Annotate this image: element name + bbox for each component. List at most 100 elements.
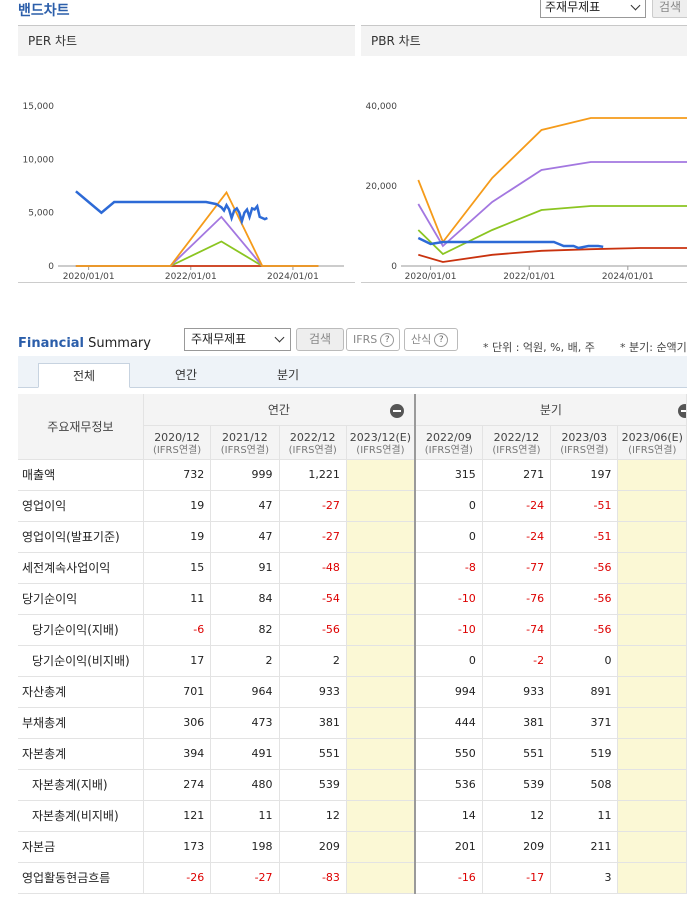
table-row: 영업이익(발표기준) 19 47 -27 0 -24 -51 [18,521,687,553]
table-row: 자본총계(비지배) 121 11 12 14 12 11 [18,800,687,832]
y-tick-label: 10,000 [23,155,55,165]
collapse-annual-icon[interactable] [389,404,404,418]
financial-summary-search-button[interactable]: 검색 [296,328,344,351]
question-icon: ? [434,333,449,347]
column-header: 2023/06(E) (IFRS연결) [617,425,687,460]
tab-quarterly[interactable]: 분기 [242,363,334,388]
table-cell: -8 [413,552,483,584]
table-cell: -54 [279,583,347,615]
column-period: 2020/12 [154,430,200,444]
band-chart-select-value: 주재무제표 [545,0,601,14]
row-label[interactable]: 영업이익(발표기준) [18,521,144,553]
table-cell: 732 [143,459,212,491]
row-label[interactable]: 자본금 [18,831,144,863]
row-label[interactable]: 자본총계 [18,738,144,770]
column-period: 2022/09 [426,430,472,444]
table-cell [346,862,416,894]
series-line-2 [75,240,319,267]
row-label[interactable]: 자본총계(지배) [18,769,144,801]
row-label[interactable]: 당기순이익(비지배) [18,645,144,677]
table-cell: 91 [210,552,280,584]
table-cell: 315 [413,459,483,491]
table-cell: 371 [550,707,619,739]
table-cell: 14 [413,800,483,832]
header-quarter-label: 분기 [539,402,562,417]
series-line-1 [418,247,687,263]
y-tick-label: 0 [391,262,397,272]
collapse-quarter-icon[interactable] [678,404,686,418]
table-cell [617,862,687,894]
table-cell: -51 [550,521,619,553]
per-chart-header: PER 차트 [18,25,355,56]
table-cell [617,645,687,677]
table-cell: -27 [279,490,347,522]
table-cell: 19 [143,521,212,553]
table-cell: 84 [210,583,280,615]
table-cell: -2 [482,645,552,677]
series-line-3 [417,161,687,248]
table-cell: 3 [550,862,619,894]
table-cell [346,583,416,615]
pbr-chart-panel: PBR 차트 40,000 20,000 0 2020/01/01 2022/01/01… [361,25,687,283]
table-cell: 15 [143,552,212,584]
table-cell: -26 [143,862,212,894]
row-label[interactable]: 매출액 [18,459,144,491]
row-label[interactable]: 당기순이익 [18,583,144,615]
table-cell: 0 [413,521,483,553]
column-period: 2021/12 [222,430,268,444]
table-cell: -24 [482,521,552,553]
table-cell [346,800,416,832]
ifrs-info-button[interactable]: IFRS? [346,328,400,351]
table-cell: 197 [550,459,619,491]
table-cell: 209 [482,831,552,863]
table-cell: 0 [413,490,483,522]
column-period: 2022/12 [289,430,336,444]
table-cell [346,459,416,491]
band-chart-statement-select[interactable]: 주재무제표 [540,0,646,18]
row-label[interactable]: 자산총계 [18,676,144,708]
table-cell: 121 [143,800,212,832]
pbr-chart-header: PBR 차트 [361,25,687,56]
row-label[interactable]: 당기순이익(지배) [18,614,144,646]
tab-annual[interactable]: 연간 [140,363,232,388]
column-basis: (IFRS연결) [356,444,405,456]
row-label[interactable]: 자본총계(비지배) [18,800,144,832]
formula-info-button[interactable]: 산식? [404,328,458,351]
row-label[interactable]: 영업활동현금흐름 [18,862,144,894]
table-cell [346,831,416,863]
table-cell: 11 [143,583,212,615]
table-cell: -48 [279,552,347,584]
row-label[interactable]: 영업이익 [18,490,144,522]
table-cell: -10 [413,614,483,646]
table-cell: 0 [413,645,483,677]
tab-all[interactable]: 전체 [38,363,130,388]
table-cell: -27 [279,521,347,553]
formula-label: 산식 [411,333,432,346]
table-cell [346,769,416,801]
financial-summary-statement-select[interactable]: 주재무제표 [184,328,291,351]
column-header: 2022/12 (IFRS연결) [279,425,347,460]
table-cell: 11 [210,800,280,832]
table-cell: 539 [482,769,552,801]
column-basis: (IFRS연결) [424,444,473,456]
series-line-0 [417,236,604,250]
table-cell [617,676,687,708]
table-cell: -56 [550,552,619,584]
table-cell: 173 [143,831,212,863]
per-chart: 15,000 10,000 5,000 0 2020/01/01 2022/01/01 20… [23,102,344,282]
table-cell: 891 [550,676,619,708]
table-cell: -10 [413,583,483,615]
table-cell: -16 [413,862,483,894]
x-tick-label: 2022/01/01 [165,272,217,282]
table-cell: 19 [143,490,212,522]
row-label[interactable]: 세전계속사업이익 [18,552,144,584]
table-cell: 444 [413,707,483,739]
row-label[interactable]: 부채총계 [18,707,144,739]
table-cell: 539 [279,769,347,801]
series-line-3 [75,215,319,267]
column-header: 2023/03 (IFRS연결) [550,425,619,460]
band-chart-search-button[interactable]: 검색 [652,0,687,18]
table-cell: 2 [279,645,347,677]
table-row: 매출액 732 999 1,221 315 271 197 [18,459,687,491]
table-cell: 0 [550,645,619,677]
